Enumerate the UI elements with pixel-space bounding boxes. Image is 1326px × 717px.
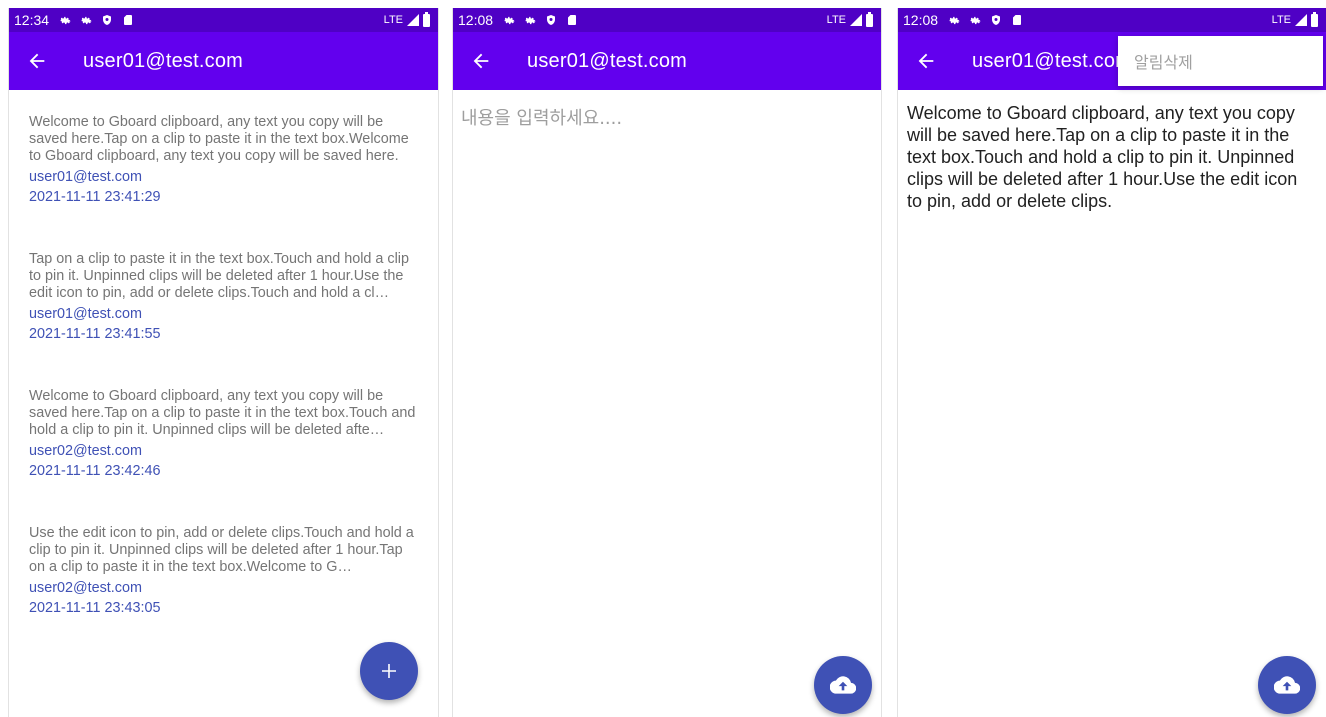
add-clip-button[interactable]	[360, 642, 418, 700]
clip-text: Tap on a clip to paste it in the text bo…	[29, 251, 409, 301]
clip-text: Welcome to Gboard clipboard, any text yo…	[29, 114, 409, 164]
clip-date: 2021-11-11 23:43:05	[29, 600, 161, 616]
back-arrow-icon[interactable]	[9, 32, 67, 90]
shield-notification-icon	[101, 14, 113, 26]
clip-user: user01@test.com	[29, 169, 142, 185]
status-bar: 12:08 LTE	[898, 8, 1326, 32]
sd-card-icon	[1011, 14, 1023, 26]
list-item[interactable]: Tap on a clip to paste it in the text bo…	[29, 227, 418, 364]
clip-text: Welcome to Gboard clipboard, any text yo…	[29, 388, 416, 438]
delete-notification-menu-item[interactable]: 알림삭제	[1134, 49, 1193, 73]
page-title: user01@test.com	[527, 49, 688, 72]
clip-date: 2021-11-11 23:41:55	[29, 326, 161, 342]
status-bar: 12:34 LTE	[9, 8, 438, 32]
clip-user: user01@test.com	[29, 306, 142, 322]
status-indicators: LTE	[1271, 11, 1318, 27]
content-input[interactable]: Welcome to Gboard clipboard, any text yo…	[898, 90, 1326, 212]
upload-button[interactable]	[814, 656, 872, 714]
editor-screen-filled: 12:08 LTE user01@test.com Welcome to Gbo…	[897, 8, 1326, 717]
signal-icon	[850, 14, 862, 26]
list-item[interactable]: Welcome to Gboard clipboard, any text yo…	[29, 364, 418, 501]
clip-date: 2021-11-11 23:41:29	[29, 189, 161, 205]
shield-notification-icon	[545, 14, 557, 26]
status-bar: 12:08 LTE	[453, 8, 881, 32]
network-type: LTE	[826, 14, 846, 26]
list-item[interactable]: Use the edit icon to pin, add or delete …	[29, 501, 418, 638]
status-indicators: LTE	[826, 11, 873, 27]
app-bar: user01@test.com	[9, 32, 438, 90]
settings-notification-icon	[80, 14, 92, 26]
settings-notification-icon	[59, 14, 71, 26]
settings-notification-icon	[948, 14, 960, 26]
status-time: 12:08	[458, 12, 494, 28]
settings-notification-icon	[503, 14, 515, 26]
clip-user: user02@test.com	[29, 443, 142, 459]
clip-date: 2021-11-11 23:42:46	[29, 463, 161, 479]
settings-notification-icon	[524, 14, 536, 26]
back-arrow-icon[interactable]	[453, 32, 511, 90]
back-arrow-icon[interactable]	[898, 32, 956, 90]
page-title: user01@test.com	[83, 49, 244, 72]
battery-icon	[866, 11, 873, 27]
battery-icon	[1311, 11, 1318, 27]
status-time: 12:34	[14, 12, 50, 28]
cloud-upload-icon	[1274, 672, 1300, 698]
cloud-upload-icon	[830, 672, 856, 698]
signal-icon	[407, 14, 419, 26]
page-title: user01@test.com	[972, 49, 1133, 72]
clip-text: Use the edit icon to pin, add or delete …	[29, 525, 414, 575]
status-time: 12:08	[903, 12, 939, 28]
plus-icon	[380, 662, 398, 680]
network-type: LTE	[1271, 14, 1291, 26]
battery-icon	[423, 11, 430, 27]
clip-list-screen: 12:34 LTE user01@test.com Welcome to Gbo…	[8, 8, 439, 717]
clip-user: user02@test.com	[29, 580, 142, 596]
status-indicators: LTE	[383, 11, 430, 27]
shield-notification-icon	[990, 14, 1002, 26]
content-input[interactable]: 내용을 입력하세요....	[453, 90, 881, 144]
signal-icon	[1295, 14, 1307, 26]
editor-screen-empty: 12:08 LTE user01@test.com 내용을 입력하세요....	[452, 8, 882, 717]
sd-card-icon	[566, 14, 578, 26]
overflow-menu: 알림삭제	[1118, 36, 1323, 86]
app-bar: user01@test.com	[453, 32, 881, 90]
clip-list: Welcome to Gboard clipboard, any text yo…	[9, 90, 438, 638]
list-item[interactable]: Welcome to Gboard clipboard, any text yo…	[29, 90, 418, 227]
settings-notification-icon	[969, 14, 981, 26]
network-type: LTE	[383, 14, 403, 26]
sd-card-icon	[122, 14, 134, 26]
upload-button[interactable]	[1258, 656, 1316, 714]
